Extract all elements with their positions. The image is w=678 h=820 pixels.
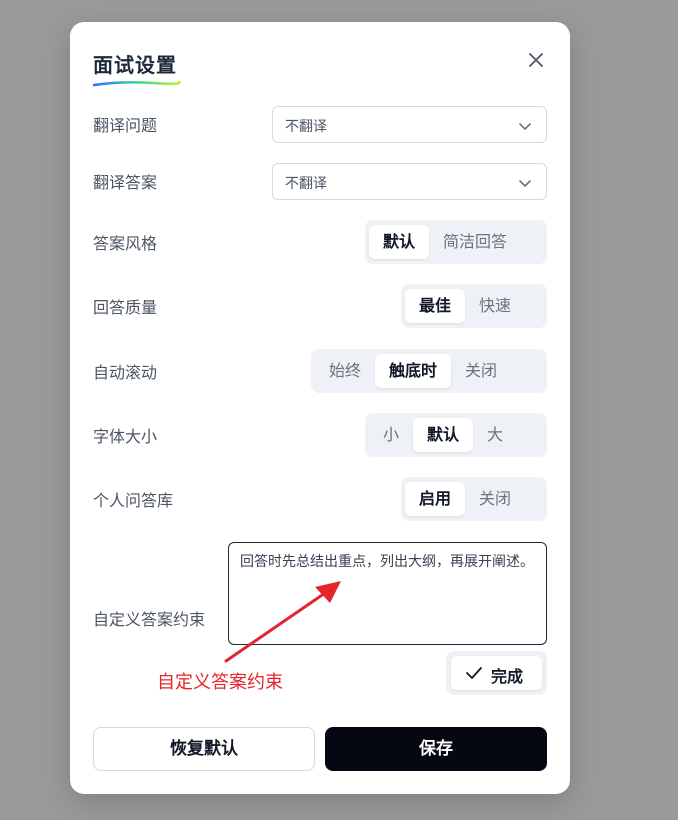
auto-scroll-segmented: 始终 触底时 关闭	[311, 349, 547, 393]
custom-constraint-label: 自定义答案约束	[93, 610, 206, 629]
font-size-option-default[interactable]: 默认	[413, 418, 474, 452]
personal-qa-segmented: 启用 关闭	[401, 477, 547, 521]
answer-style-segmented: 默认 简洁回答	[365, 220, 547, 264]
check-icon	[466, 667, 482, 679]
answer-quality-segmented: 最佳 快速	[401, 284, 547, 328]
translate-question-select[interactable]: 不翻译	[272, 106, 547, 143]
chevron-down-icon	[519, 180, 531, 187]
answer-style-label: 答案风格	[93, 234, 158, 253]
translate-question-value: 不翻译	[285, 119, 327, 135]
auto-scroll-label: 自动滚动	[93, 363, 158, 382]
chevron-down-icon	[519, 123, 531, 130]
title-underline-decoration	[93, 80, 181, 87]
close-icon[interactable]	[526, 50, 546, 70]
answer-style-option-concise[interactable]: 简洁回答	[429, 225, 521, 259]
save-button[interactable]: 保存	[325, 727, 547, 771]
answer-style-option-default[interactable]: 默认	[369, 225, 430, 259]
annotation-label: 自定义答案约束	[157, 672, 283, 693]
translate-question-label: 翻译问题	[93, 116, 158, 135]
annotation-arrow-icon	[224, 581, 341, 663]
auto-scroll-option-off[interactable]: 关闭	[451, 354, 511, 388]
answer-quality-label: 回答质量	[93, 298, 158, 317]
font-size-segmented: 小 默认 大	[365, 413, 547, 457]
answer-quality-option-best[interactable]: 最佳	[405, 289, 466, 323]
font-size-option-large[interactable]: 大	[473, 418, 517, 452]
font-size-label: 字体大小	[93, 427, 158, 446]
auto-scroll-option-always[interactable]: 始终	[315, 354, 375, 388]
personal-qa-label: 个人问答库	[93, 491, 174, 510]
restore-defaults-button[interactable]: 恢复默认	[93, 727, 315, 771]
personal-qa-option-disable[interactable]: 关闭	[465, 482, 525, 516]
personal-qa-option-enable[interactable]: 启用	[405, 482, 466, 516]
translate-answer-select[interactable]: 不翻译	[272, 163, 547, 200]
done-button[interactable]: 完成	[451, 656, 542, 690]
translate-answer-label: 翻译答案	[93, 173, 158, 192]
translate-answer-value: 不翻译	[285, 176, 327, 192]
done-button-label: 完成	[491, 667, 524, 686]
done-button-container: 完成	[446, 651, 547, 695]
settings-dialog: 面试设置 翻译问题 不翻译 翻译答案 不翻译 答案风格 默认 简洁回答 回答质量…	[70, 22, 570, 794]
dialog-title: 面试设置	[93, 53, 177, 77]
answer-quality-option-fast[interactable]: 快速	[465, 289, 525, 323]
font-size-option-small[interactable]: 小	[369, 418, 413, 452]
auto-scroll-option-at-bottom[interactable]: 触底时	[375, 354, 452, 388]
